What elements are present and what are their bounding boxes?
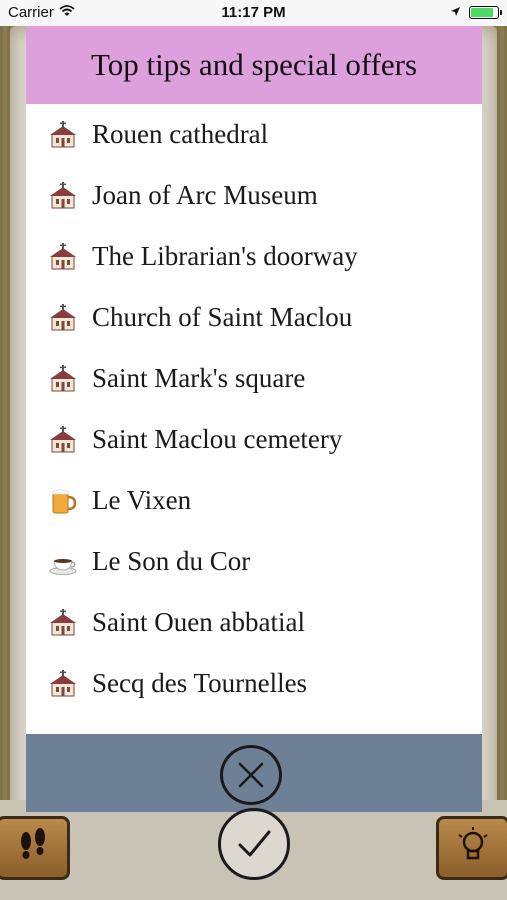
- list-item-label: Le Vixen: [92, 485, 192, 515]
- list-item-label: Le Son du Cor: [92, 546, 251, 576]
- status-time: 11:17 PM: [221, 4, 286, 21]
- checkmark-icon: [238, 830, 271, 857]
- lightbulb-icon: [453, 825, 493, 871]
- church-icon: [48, 364, 78, 394]
- beer-mug-icon: [48, 486, 78, 516]
- modal-title: Top tips and special offers: [26, 26, 482, 104]
- footsteps-sign-button[interactable]: [0, 816, 70, 880]
- list-item[interactable]: Secq des Tournelles: [26, 653, 482, 714]
- status-bar: Carrier 11:17 PM: [0, 0, 507, 26]
- offers-list[interactable]: Rouen cathedral Joan of Arc Museum The L…: [26, 104, 482, 734]
- battery-icon: [469, 6, 502, 19]
- modal-footer: [26, 734, 482, 812]
- location-arrow-icon: [450, 4, 461, 21]
- coffee-cup-icon: [48, 547, 78, 577]
- list-item[interactable]: Le Vixen: [26, 470, 482, 531]
- offers-modal: Top tips and special offers Rouen cathed…: [26, 26, 482, 812]
- church-icon: [48, 608, 78, 638]
- list-item-label: The Librarian's doorway: [92, 241, 358, 271]
- footsteps-icon: [13, 825, 53, 871]
- list-item-label: Joan of Arc Museum: [92, 180, 318, 210]
- church-icon: [48, 242, 78, 272]
- list-item[interactable]: Saint Mark's square: [26, 348, 482, 409]
- close-button[interactable]: [220, 745, 282, 805]
- lightbulb-sign-button[interactable]: [436, 816, 507, 880]
- list-item[interactable]: Rouen cathedral: [26, 104, 482, 165]
- confirm-button[interactable]: [218, 808, 290, 880]
- list-item[interactable]: Le Son du Cor: [26, 531, 482, 592]
- list-item[interactable]: Saint Ouen abbatial: [26, 592, 482, 653]
- church-icon: [48, 181, 78, 211]
- close-icon: [238, 762, 264, 788]
- list-item[interactable]: Joan of Arc Museum: [26, 165, 482, 226]
- list-item-label: Secq des Tournelles: [92, 668, 308, 698]
- list-item[interactable]: The Librarian's doorway: [26, 226, 482, 287]
- list-item[interactable]: Church of Saint Maclou: [26, 287, 482, 348]
- church-icon: [48, 303, 78, 333]
- list-item-label: Saint Mark's square: [92, 363, 306, 393]
- church-icon: [48, 425, 78, 455]
- list-item-label: Saint Ouen abbatial: [92, 607, 305, 637]
- church-icon: [48, 669, 78, 699]
- church-icon: [48, 120, 78, 150]
- list-item-label: Rouen cathedral: [92, 119, 269, 149]
- list-item-label: Saint Maclou cemetery: [92, 424, 343, 454]
- list-item-label: Church of Saint Maclou: [92, 302, 353, 332]
- list-item[interactable]: Saint Maclou cemetery: [26, 409, 482, 470]
